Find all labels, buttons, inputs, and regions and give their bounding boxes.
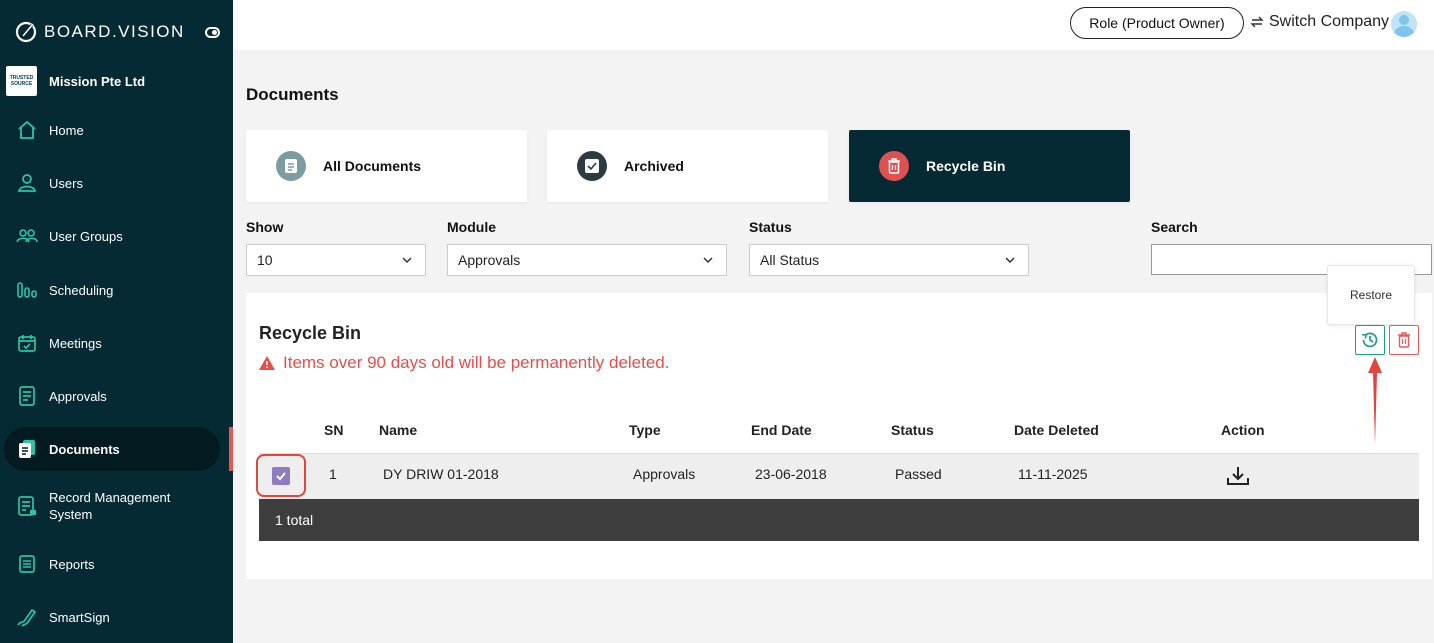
- archive-check-icon: [577, 151, 607, 181]
- retention-warning: Items over 90 days old will be permanent…: [259, 353, 669, 373]
- status-label: Status: [749, 219, 792, 235]
- records-icon: [16, 495, 38, 517]
- logo-icon: [15, 21, 37, 43]
- sidebar-item-smartsign[interactable]: SmartSign: [4, 595, 220, 639]
- column-header-status[interactable]: Status: [891, 422, 934, 438]
- show-select[interactable]: 10: [246, 244, 426, 276]
- approvals-icon: [16, 385, 38, 407]
- table-footer: 1 total: [259, 499, 1419, 541]
- sidebar-item-label: Reports: [49, 556, 95, 572]
- sidebar-item-users[interactable]: Users: [4, 161, 220, 205]
- show-label: Show: [246, 219, 284, 235]
- sidebar-item-home[interactable]: Home: [4, 108, 220, 152]
- switch-company-button[interactable]: Switch Company: [1250, 13, 1389, 31]
- sidebar-item-documents[interactable]: Documents: [4, 427, 220, 471]
- org-name: Mission Pte Ltd: [49, 73, 146, 89]
- chevron-down-icon: [402, 257, 412, 264]
- panel-title: Recycle Bin: [259, 323, 362, 343]
- avatar[interactable]: [1391, 11, 1417, 37]
- tab-label: All Documents: [323, 158, 422, 174]
- users-icon: [16, 225, 38, 247]
- cell-name: DY DRIW 01-2018: [383, 466, 499, 482]
- sidebar-item-reports[interactable]: Reports: [4, 542, 220, 586]
- cell-status: Passed: [895, 466, 942, 482]
- cell-date-deleted: 11-11-2025: [1018, 466, 1088, 482]
- swap-icon: [1250, 16, 1264, 28]
- calendar-icon: [16, 332, 38, 354]
- sidebar-item-user-groups[interactable]: User Groups: [4, 214, 220, 258]
- brand-name: BOARD.VISION: [44, 22, 185, 41]
- active-indicator: [229, 427, 233, 471]
- sidebar-item-label: User Groups: [49, 228, 123, 244]
- sidebar-item-label: Home: [49, 122, 84, 138]
- sidebar-item-label: SmartSign: [49, 609, 110, 625]
- role-button[interactable]: Role (Product Owner): [1070, 7, 1244, 39]
- delete-button[interactable]: [1389, 325, 1419, 355]
- org-logo-line2: SOURCE: [10, 81, 33, 87]
- annotation-arrow-icon: [1368, 357, 1382, 445]
- tab-all-documents[interactable]: All Documents: [246, 130, 527, 202]
- tab-recycle-bin[interactable]: Recycle Bin: [849, 130, 1130, 202]
- module-label: Module: [447, 219, 496, 235]
- tab-archived[interactable]: Archived: [547, 130, 828, 202]
- sidebar-item-label: Record Management System: [49, 490, 171, 522]
- download-icon[interactable]: [1226, 465, 1250, 487]
- search-label: Search: [1151, 219, 1198, 235]
- document-icon: [276, 151, 306, 181]
- column-header-type[interactable]: Type: [629, 422, 661, 438]
- home-icon: [16, 119, 38, 141]
- row-checkbox[interactable]: [272, 467, 290, 485]
- total-count: 1 total: [275, 512, 314, 528]
- column-header-date-deleted[interactable]: Date Deleted: [1014, 422, 1099, 438]
- cell-type: Approvals: [633, 466, 696, 482]
- documents-icon: [16, 438, 38, 460]
- sidebar: BOARD.VISION TRUSTED SOURCE Mission Pte …: [0, 0, 233, 643]
- sidebar-item-meetings[interactable]: Meetings: [4, 321, 220, 365]
- sidebar-item-label: Scheduling: [49, 282, 114, 298]
- show-value: 10: [257, 252, 273, 268]
- org-logo: TRUSTED SOURCE: [6, 66, 37, 96]
- user-icon: [16, 172, 38, 194]
- tab-label: Archived: [624, 158, 684, 174]
- column-header-action: Action: [1221, 422, 1265, 438]
- module-value: Approvals: [458, 252, 521, 268]
- page-title: Documents: [246, 85, 339, 104]
- trash-icon: [879, 151, 909, 181]
- chevron-down-icon: [1005, 257, 1015, 264]
- sidebar-item-label: Users: [49, 175, 83, 191]
- trash-icon: [1398, 332, 1410, 348]
- chevron-down-icon: [703, 257, 713, 264]
- sidebar-item-label: Meetings: [49, 335, 102, 351]
- status-select[interactable]: All Status: [749, 244, 1029, 276]
- restore-button[interactable]: [1355, 325, 1385, 355]
- restore-icon: [1361, 332, 1378, 348]
- warning-text: Items over 90 days old will be permanent…: [283, 353, 670, 372]
- column-header-sn[interactable]: SN: [324, 422, 343, 438]
- signature-icon: [16, 606, 38, 628]
- sidebar-item-label: Approvals: [49, 388, 107, 404]
- organization[interactable]: TRUSTED SOURCE Mission Pte Ltd: [6, 66, 145, 96]
- check-icon: [276, 472, 286, 481]
- column-header-name[interactable]: Name: [379, 422, 417, 438]
- brand-logo[interactable]: BOARD.VISION: [14, 20, 185, 44]
- restore-tooltip: Restore: [1327, 265, 1415, 325]
- sidebar-item-record-management[interactable]: Record Management System: [4, 483, 220, 529]
- reports-icon: [16, 553, 38, 575]
- warning-icon: [259, 356, 275, 370]
- cell-sn: 1: [329, 466, 337, 482]
- scheduling-icon: [16, 279, 38, 301]
- sidebar-item-label: Documents: [49, 441, 120, 457]
- sidebar-toggle-icon[interactable]: [205, 27, 220, 38]
- status-value: All Status: [760, 252, 820, 268]
- sidebar-item-scheduling[interactable]: Scheduling: [4, 268, 220, 312]
- tab-label: Recycle Bin: [926, 158, 1006, 174]
- sidebar-item-approvals[interactable]: Approvals: [4, 374, 220, 418]
- cell-end-date: 23-06-2018: [755, 466, 827, 482]
- switch-company-label: Switch Company: [1269, 13, 1390, 30]
- column-header-end-date[interactable]: End Date: [751, 422, 812, 438]
- module-select[interactable]: Approvals: [447, 244, 727, 276]
